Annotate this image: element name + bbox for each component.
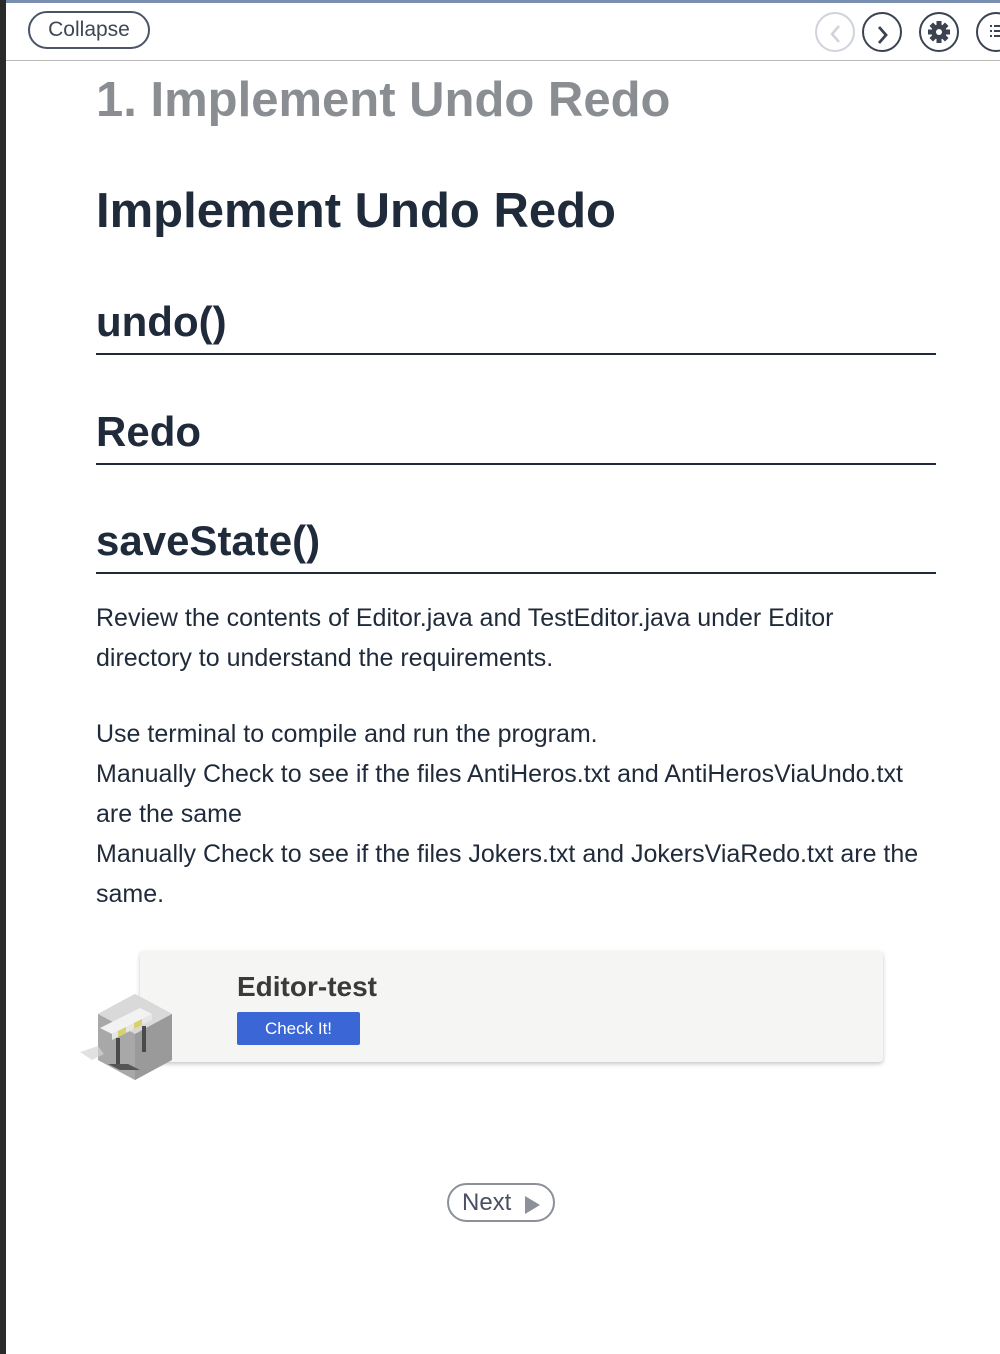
outline-button[interactable] xyxy=(976,12,1000,52)
window-left-edge xyxy=(0,0,6,1354)
gear-icon xyxy=(928,21,950,43)
next-button[interactable]: Next xyxy=(447,1183,555,1222)
test-title: Editor-test xyxy=(237,971,377,1002)
settings-button[interactable] xyxy=(919,12,959,52)
subheading-redo: Redo xyxy=(96,408,936,465)
collapse-button[interactable]: Collapse xyxy=(28,11,150,49)
list-icon xyxy=(990,25,1000,37)
instruction-line-antiheros: Manually Check to see if the files AntiH… xyxy=(96,760,903,828)
chevron-right-icon xyxy=(877,26,888,44)
next-page-button[interactable] xyxy=(862,12,902,52)
previous-button[interactable] xyxy=(815,12,855,52)
toolbar: Collapse xyxy=(6,3,1000,61)
subheading-savestate: saveState() xyxy=(96,517,936,574)
section-heading: Implement Undo Redo xyxy=(96,184,616,238)
instructions-paragraph: Review the contents of Editor.java and T… xyxy=(96,604,834,672)
chevron-left-icon xyxy=(830,25,840,43)
subheading-undo: undo() xyxy=(96,298,936,355)
test-card xyxy=(140,951,883,1062)
instruction-line-jokers: Manually Check to see if the files Joker… xyxy=(96,840,919,908)
instruction-line-compile: Use terminal to compile and run the prog… xyxy=(96,720,598,748)
play-arrow-icon xyxy=(525,1196,540,1214)
check-it-button[interactable]: Check It! xyxy=(237,1012,360,1045)
test-barrier-icon xyxy=(80,994,172,1080)
page-title: 1. Implement Undo Redo xyxy=(96,73,671,127)
next-label: Next xyxy=(462,1189,512,1216)
